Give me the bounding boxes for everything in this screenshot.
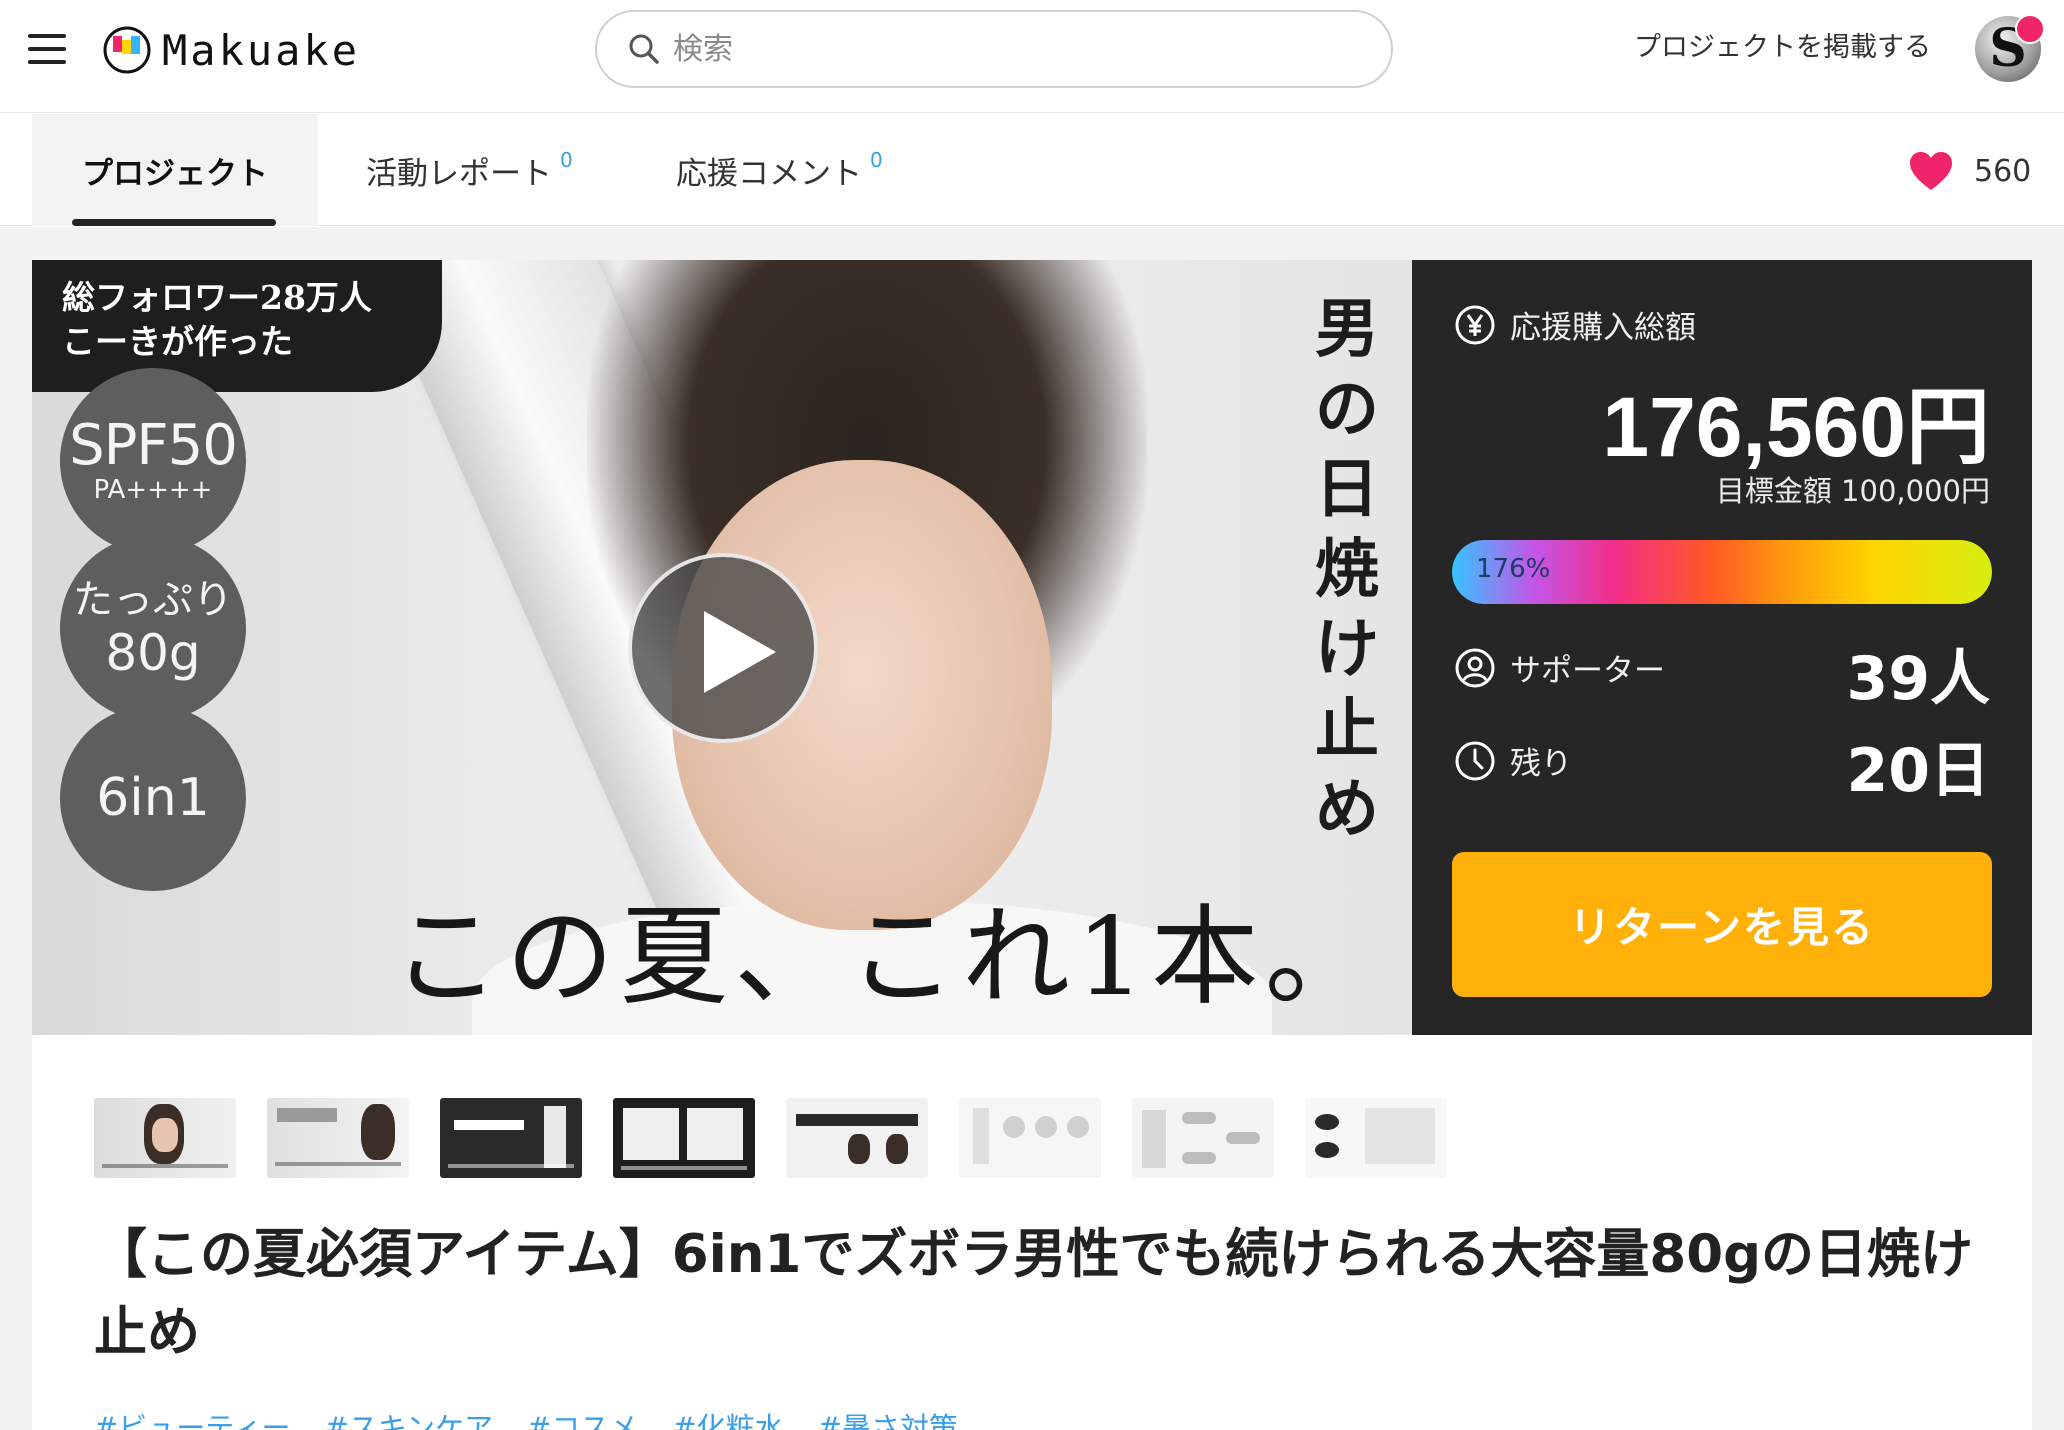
gallery-thumbnails [94,1098,1454,1182]
gallery-thumbnail[interactable] [440,1098,582,1178]
volume-badge-bottom: 80g [105,624,201,682]
total-amount-value: 176,560円 [1602,380,1990,474]
spf-badge-main: SPF50 [69,413,238,478]
vertical-catchcopy: 男 の 日 焼 け 止 め [1302,290,1392,850]
search-icon [629,34,659,64]
gallery-thumbnail[interactable] [267,1098,409,1178]
makuake-logo-mark-icon [103,26,151,74]
yen-circle-icon [1455,305,1495,344]
vertical-char: 男 [1315,292,1379,367]
follower-badge-line2: こーきが作った [62,322,293,361]
gallery-thumbnail[interactable] [94,1098,236,1178]
gallery-thumbnail[interactable] [613,1098,755,1178]
volume-badge: たっぷり 80g [60,535,246,721]
total-amount-label: 応援購入総額 [1510,310,1696,346]
gallery-thumbnail[interactable] [1132,1098,1274,1178]
play-icon [704,611,776,693]
vertical-char: 日 [1315,452,1379,527]
funding-progress-bar: 176% [1452,540,1992,604]
6in1-badge: 6in1 [60,705,246,891]
play-video-button[interactable] [628,553,818,743]
remaining-label-row: 残り [1454,738,1572,783]
search-input[interactable] [673,31,1353,67]
follower-badge-line1: 総フォロワー28万人 [62,278,372,317]
notification-badge [2015,14,2045,44]
vertical-char: 止 [1315,692,1379,767]
supporters-value: 39人 [1846,644,1991,714]
volume-badge-top: たっぷり [73,577,233,623]
project-tabs: プロジェクト 活動レポート 0 応援コメント 0 560 [0,114,2064,226]
tab-activity-report-label: 活動レポート [366,155,552,192]
tab-activity-report-count: 0 [560,148,573,172]
vertical-char: け [1315,612,1379,687]
view-returns-button[interactable]: リターンを見る [1452,852,1992,997]
total-amount-label-row: 応援購入総額 [1454,302,1696,347]
tag-link[interactable]: #暑さ対策 [818,1405,958,1430]
vertical-char: 焼 [1315,532,1379,607]
like-button[interactable]: 560 [1908,150,2031,192]
like-count: 560 [1974,153,2032,189]
project-tags: #ビューティー #スキンケア #コスメ #化粧水 #暑さ対策 [94,1405,992,1430]
tag-link[interactable]: #ビューティー [94,1405,291,1430]
gallery-thumbnail[interactable] [786,1098,928,1178]
tab-support-comment-label: 応援コメント [676,155,862,192]
progress-percent: 176% [1476,554,1551,584]
supporters-label: サポーター [1510,653,1665,689]
follower-badge: 総フォロワー28万人 こーきが作った [32,260,442,392]
site-header: Makuake プロジェクトを掲載する S [0,0,2064,113]
gallery-thumbnail[interactable] [1305,1098,1447,1178]
menu-icon[interactable] [28,34,66,64]
goal-amount: 目標金額 100,000円 [1715,474,1990,508]
makuake-logo[interactable]: Makuake [102,24,360,76]
tab-support-comment-count: 0 [870,148,883,172]
spf-badge-sub: PA++++ [93,475,213,505]
tag-link[interactable]: #スキンケア [325,1405,493,1430]
search-bar[interactable] [595,10,1393,88]
logo-text: Makuake [162,25,361,75]
6in1-badge-text: 6in1 [96,768,210,828]
vertical-char: の [1315,372,1379,447]
tab-project[interactable]: プロジェクト [32,114,318,226]
user-circle-icon [1455,648,1495,687]
post-project-link[interactable]: プロジェクトを掲載する [1634,26,1931,70]
funding-stats-panel: 応援購入総額 176,560円 目標金額 100,000円 176% サポーター… [1412,260,2032,1035]
active-tab-indicator [72,219,276,226]
tag-link[interactable]: #化粧水 [672,1405,783,1430]
supporters-label-row: サポーター [1454,645,1665,690]
heart-icon [1910,152,1952,190]
gallery-thumbnail[interactable] [959,1098,1101,1178]
tab-project-label: プロジェクト [82,155,268,192]
spf-badge: SPF50 PA++++ [60,368,246,554]
remaining-days-value: 20日 [1846,736,1991,806]
vertical-char: め [1315,772,1379,847]
tag-link[interactable]: #コスメ [527,1405,638,1430]
project-title: 【この夏必須アイテム】6in1でズボラ男性でも続けられる大容量80gの日焼け止め [94,1224,1974,1363]
remaining-label: 残り [1510,746,1572,782]
hero-slogan: この夏、これ1本。 [392,895,1379,1020]
tab-support-comment[interactable]: 応援コメント 0 [676,114,883,226]
clock-icon [1455,741,1495,780]
tab-activity-report[interactable]: 活動レポート 0 [366,114,573,226]
